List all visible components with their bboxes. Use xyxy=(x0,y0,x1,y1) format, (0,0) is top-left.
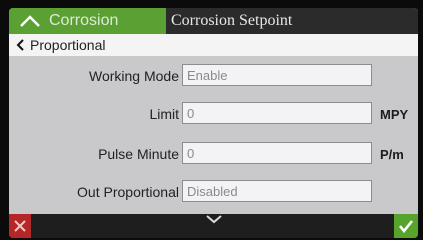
limit-unit: MPY xyxy=(380,106,409,122)
tab-corrosion-setpoint-label: Corrosion Setpoint xyxy=(171,12,293,29)
out-proportional-label: Out Proportional xyxy=(77,184,179,200)
out-proportional-field[interactable]: Disabled xyxy=(182,180,372,202)
back-button[interactable]: Proportional xyxy=(9,34,418,56)
working-mode-field[interactable]: Enable xyxy=(182,64,372,86)
breadcrumb-label: Proportional xyxy=(30,37,106,53)
confirm-button[interactable] xyxy=(394,214,418,238)
check-icon xyxy=(398,220,414,233)
chevron-up-icon xyxy=(20,15,40,27)
working-mode-label: Working Mode xyxy=(88,68,179,84)
close-icon xyxy=(14,220,26,232)
form-row-out-proportional: Out Proportional Disabled xyxy=(9,176,418,208)
form-row-pulse-minute: Pulse Minute 0 P/m xyxy=(9,138,418,170)
chevron-left-icon xyxy=(16,39,24,51)
chevron-down-icon[interactable] xyxy=(205,214,223,224)
footer-bar xyxy=(9,214,418,238)
pulse-minute-field[interactable]: 0 xyxy=(182,142,372,164)
pulse-minute-label: Pulse Minute xyxy=(98,146,179,162)
tab-bar: Corrosion Corrosion Setpoint xyxy=(9,8,418,34)
limit-label: Limit xyxy=(149,106,179,122)
cancel-button[interactable] xyxy=(9,214,31,238)
device-screen: Corrosion Corrosion Setpoint Proportiona… xyxy=(9,8,418,238)
tab-corrosion[interactable]: Corrosion xyxy=(9,8,166,34)
form-row-working-mode: Working Mode Enable xyxy=(9,60,418,92)
pulse-minute-unit: P/m xyxy=(380,146,404,162)
form-row-limit: Limit 0 MPY xyxy=(9,98,418,130)
tab-corrosion-setpoint[interactable]: Corrosion Setpoint xyxy=(171,8,292,34)
limit-field[interactable]: 0 xyxy=(182,102,372,124)
tab-corrosion-label: Corrosion xyxy=(49,12,119,29)
